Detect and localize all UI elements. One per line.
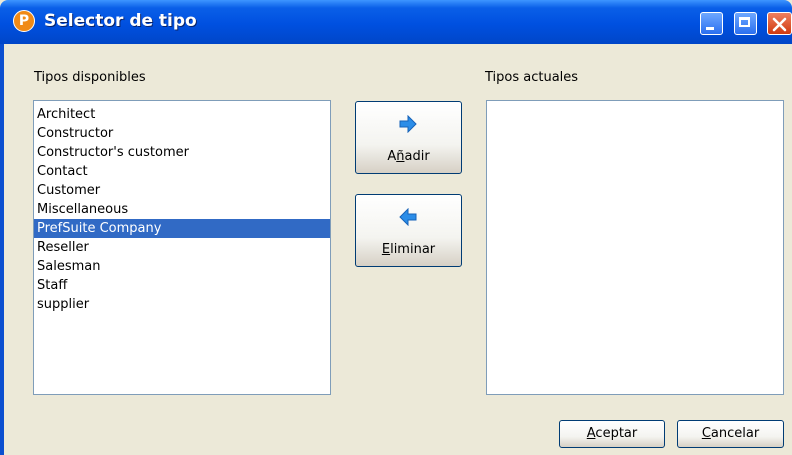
add-button[interactable]: Añadir bbox=[355, 101, 462, 174]
accept-button[interactable]: Aceptar bbox=[559, 420, 665, 448]
add-label: Añadir bbox=[387, 149, 430, 164]
close-icon bbox=[772, 17, 787, 32]
available-types-list[interactable]: Architect Constructor Constructor's custom… bbox=[33, 100, 331, 395]
maximize-button[interactable] bbox=[734, 12, 757, 35]
cancel-label: Cancelar bbox=[701, 426, 760, 441]
remove-button-label: Eliminar bbox=[356, 242, 461, 257]
list-item[interactable]: Miscellaneous bbox=[34, 200, 330, 219]
title-bar[interactable]: P Selector de tipo bbox=[0, 0, 792, 44]
remove-label: Eliminar bbox=[381, 242, 436, 257]
arrow-right-icon bbox=[399, 115, 417, 133]
list-item[interactable]: Architect bbox=[34, 105, 330, 124]
window-title: Selector de tipo bbox=[44, 11, 197, 31]
arrow-left-icon bbox=[399, 208, 417, 226]
list-item[interactable]: Constructor bbox=[34, 124, 330, 143]
list-item[interactable]: Salesman bbox=[34, 257, 330, 276]
minimize-button[interactable] bbox=[700, 12, 723, 35]
list-item[interactable]: Constructor's customer bbox=[34, 143, 330, 162]
close-button[interactable] bbox=[767, 12, 792, 35]
list-item[interactable]: Customer bbox=[34, 181, 330, 200]
current-types-list[interactable] bbox=[486, 100, 784, 395]
app-icon: P bbox=[13, 10, 35, 32]
remove-button[interactable]: Eliminar bbox=[355, 194, 462, 267]
available-types-label: Tipos disponibles bbox=[34, 70, 146, 85]
list-item[interactable]: Staff bbox=[34, 276, 330, 295]
list-item[interactable]: supplier bbox=[34, 295, 330, 314]
list-item[interactable]: Reseller bbox=[34, 238, 330, 257]
window-frame-left bbox=[0, 44, 4, 455]
list-item[interactable]: Contact bbox=[34, 162, 330, 181]
cancel-button[interactable]: Cancelar bbox=[677, 420, 784, 448]
current-types-label: Tipos actuales bbox=[485, 70, 579, 85]
accept-label: Aceptar bbox=[586, 426, 638, 441]
list-item[interactable]: PrefSuite Company bbox=[34, 219, 330, 238]
add-button-label: Añadir bbox=[356, 149, 461, 164]
